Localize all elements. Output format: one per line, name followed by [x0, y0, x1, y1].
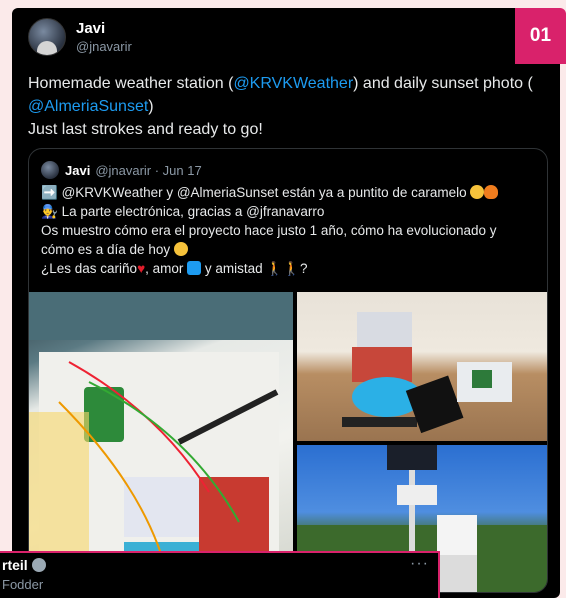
media-grid — [29, 292, 547, 592]
step-badge: 01 — [515, 8, 566, 64]
reply-handle: Fodder — [2, 577, 44, 592]
smile-emoji-icon — [470, 185, 485, 199]
tweet-header: Javi @jnavarir — [28, 18, 132, 56]
arrow-icon: ➡️ — [41, 185, 58, 200]
heart-emoji-icon: ♥ — [137, 261, 146, 276]
mention-link[interactable]: @AlmeriaSunset — [28, 98, 148, 115]
quoted-author-name: Javi — [65, 162, 91, 178]
quoted-meta: @jnavarir · Jun 17 — [95, 162, 202, 178]
quoted-text: ➡️ @KRVKWeather y @AlmeriaSunset están y… — [41, 185, 499, 276]
reply-preview[interactable]: rteil Fodder ··· — [0, 551, 440, 598]
technician-emoji-icon: 👨‍🔧 — [41, 204, 58, 219]
people-emoji-icon: 🚶🚶 — [266, 261, 301, 276]
reply-author-name: rteil — [2, 557, 46, 573]
quoted-header: Javi @jnavarir · Jun 17 — [41, 161, 202, 179]
more-options-icon[interactable]: ··· — [410, 555, 429, 573]
robot-emoji-icon — [31, 558, 46, 572]
author-handle[interactable]: @jnavarir — [76, 39, 132, 54]
avatar — [41, 161, 59, 179]
refresh-emoji-icon — [187, 261, 202, 275]
quoted-tweet[interactable]: Javi @jnavarir · Jun 17 ➡️ @KRVKWeather … — [28, 148, 548, 593]
tweet-card: Javi @jnavarir Homemade weather station … — [12, 8, 560, 598]
weather-station-photo[interactable] — [297, 292, 547, 441]
tweet-text: Homemade weather station (@KRVKWeather) … — [28, 75, 533, 138]
author-name[interactable]: Javi — [76, 20, 132, 37]
heart-eyes-emoji-icon — [173, 242, 188, 256]
electronics-photo[interactable] — [29, 292, 293, 592]
mention-link[interactable]: @KRVKWeather — [233, 75, 353, 92]
fire-emoji-icon — [484, 185, 499, 199]
avatar[interactable] — [28, 18, 66, 56]
